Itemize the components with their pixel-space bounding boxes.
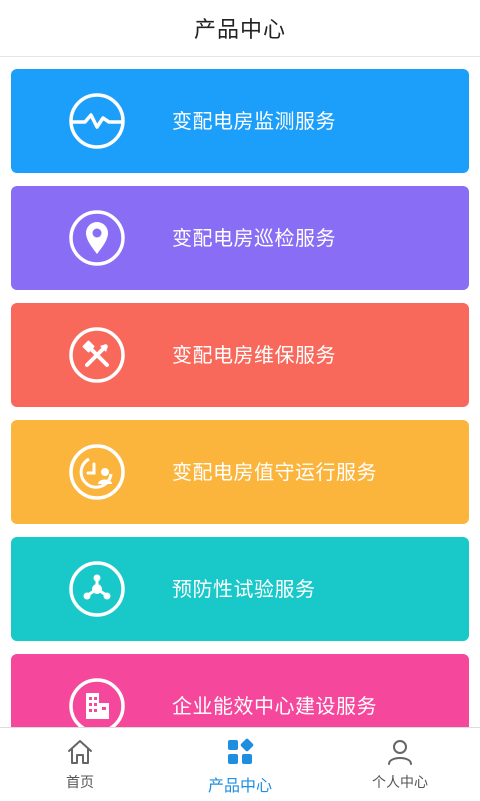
share-network-icon	[67, 559, 127, 619]
tab-product-center[interactable]: 产品中心	[160, 728, 320, 801]
card-inspection-service[interactable]: 变配电房巡检服务	[11, 186, 469, 290]
building-icon	[67, 676, 127, 727]
duty-clock-person-icon	[67, 442, 127, 502]
tools-icon	[67, 325, 127, 385]
monitor-wave-icon	[67, 91, 127, 151]
location-pin-icon	[67, 208, 127, 268]
person-icon	[384, 736, 416, 768]
home-icon	[64, 736, 96, 768]
bottom-tab-bar: 首页 产品中心 个人中心	[0, 727, 480, 801]
card-maintenance-service[interactable]: 变配电房维保服务	[11, 303, 469, 407]
card-label: 变配电房巡检服务	[172, 226, 336, 250]
card-label: 预防性试验服务	[172, 577, 316, 601]
header: 产品中心	[0, 0, 480, 57]
tab-personal-center[interactable]: 个人中心	[320, 728, 480, 801]
card-energy-center-service[interactable]: 企业能效中心建设服务	[11, 654, 469, 727]
tab-home[interactable]: 首页	[0, 728, 160, 801]
card-label: 企业能效中心建设服务	[172, 694, 377, 718]
page-title: 产品中心	[193, 18, 286, 43]
card-duty-operation-service[interactable]: 变配电房值守运行服务	[11, 420, 469, 524]
service-list: 变配电房监测服务 变配电房巡检服务 变配电房维保服务 变配电房值守运行服务 预防…	[0, 57, 480, 727]
card-preventive-test-service[interactable]: 预防性试验服务	[11, 537, 469, 641]
card-label: 变配电房值守运行服务	[172, 460, 377, 484]
grid-icon	[224, 736, 256, 768]
card-monitoring-service[interactable]: 变配电房监测服务	[11, 69, 469, 173]
card-label: 变配电房监测服务	[172, 109, 336, 133]
tab-label: 首页	[66, 775, 94, 791]
card-label: 变配电房维保服务	[172, 343, 336, 367]
tab-label: 产品中心	[207, 776, 272, 795]
tab-label: 个人中心	[372, 775, 428, 791]
